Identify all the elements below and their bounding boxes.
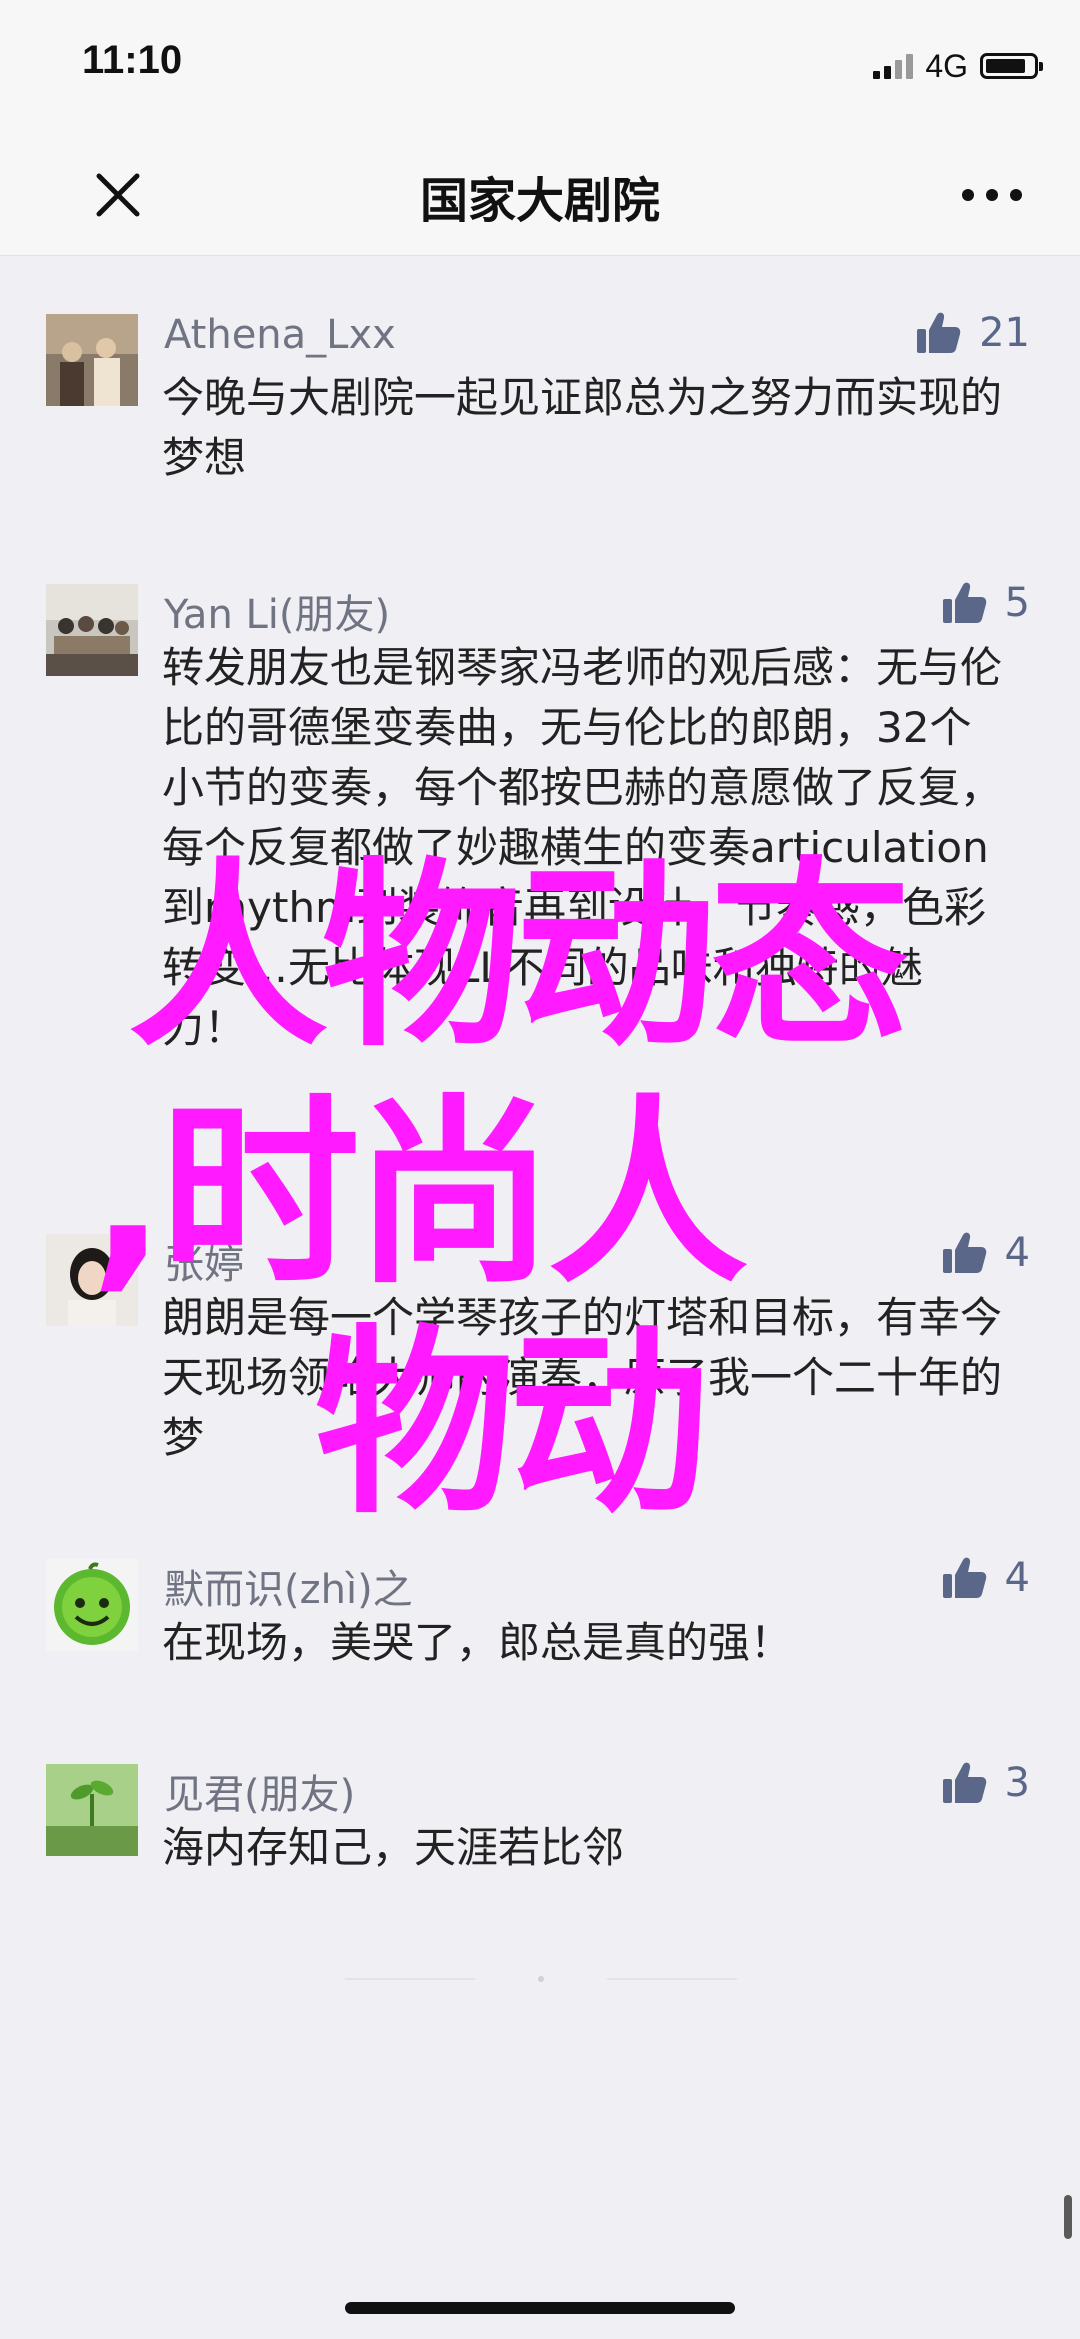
comment-item: Athena_Lxx 21 今晚与大剧院一起见证郎总为之努力而实现的梦想 <box>0 290 1080 560</box>
divider-line <box>607 1978 737 1980</box>
comment-text: 今晚与大剧院一起见证郎总为之努力而实现的梦想 <box>162 373 1003 482</box>
thumbs-up-icon <box>942 1557 986 1598</box>
divider-line <box>345 1978 475 1980</box>
comment-item: 默而识(zhì)之 4 在现场，美哭了，郎总是真的强！ <box>0 1535 1080 1740</box>
home-indicator[interactable] <box>345 2302 735 2314</box>
end-of-list-divider <box>345 1975 737 1983</box>
battery-level <box>986 59 1026 73</box>
like-button[interactable]: 5 <box>941 580 1030 626</box>
divider-dot <box>538 1976 544 1982</box>
like-count: 4 <box>1004 1555 1030 1601</box>
more-icon <box>962 189 1022 201</box>
comment-text: 朗朗是每一个学琴孩子的灯塔和目标，有幸今天现场领略大师的演奏，原了我一个二十年的… <box>162 1293 1003 1462</box>
comment-item: 见君(朋友) 3 海内存知己，天涯若比邻 <box>0 1740 1080 1940</box>
battery-icon <box>980 53 1043 79</box>
comment-username[interactable]: 张婷 <box>164 1232 244 1290</box>
like-button[interactable]: 21 <box>915 310 1030 356</box>
like-count: 3 <box>1004 1760 1030 1806</box>
network-label: 4G <box>925 47 968 84</box>
like-button[interactable]: 4 <box>941 1555 1030 1601</box>
navigation-bar: 国家大剧院 <box>0 135 1080 256</box>
status-icons: 4G <box>873 47 1043 84</box>
like-button[interactable]: 3 <box>941 1760 1030 1806</box>
like-count: 4 <box>1004 1230 1030 1276</box>
thumbs-up-icon <box>917 312 961 353</box>
thumbs-up-icon <box>942 582 986 623</box>
comment-text: 转发朋友也是钢琴家冯老师的观后感：无与伦比的哥德堡变奏曲，无与伦比的郎朗，32个… <box>162 643 1003 1052</box>
avatar[interactable] <box>46 584 138 676</box>
like-count: 5 <box>1004 580 1030 626</box>
avatar[interactable] <box>46 1234 138 1326</box>
thumbs-up-icon <box>942 1232 986 1273</box>
comment-text: 海内存知己，天涯若比邻 <box>162 1823 625 1872</box>
comment-item: 张婷 4 朗朗是每一个学琴孩子的灯塔和目标，有幸今天现场领略大师的演奏，原了我一… <box>0 1210 1080 1535</box>
comment-username[interactable]: Yan Li(朋友) <box>164 582 390 640</box>
comment-username[interactable]: 见君(朋友) <box>164 1762 355 1820</box>
thumbs-up-icon <box>942 1762 986 1803</box>
status-bar: 11:10 4G <box>0 0 1080 135</box>
page-title: 国家大剧院 <box>419 173 660 229</box>
comment-item: Yan Li(朋友) 5 转发朋友也是钢琴家冯老师的观后感：无与伦比的哥德堡变奏… <box>0 560 1080 1210</box>
comment-text: 在现场，美哭了，郎总是真的强！ <box>162 1618 793 1667</box>
comment-username[interactable]: 默而识(zhì)之 <box>164 1557 413 1615</box>
avatar[interactable] <box>46 314 138 406</box>
avatar[interactable] <box>46 1559 138 1651</box>
comment-list: Athena_Lxx 21 今晚与大剧院一起见证郎总为之努力而实现的梦想 Yan <box>0 290 1080 1940</box>
avatar[interactable] <box>46 1764 138 1856</box>
scrollbar[interactable] <box>1064 2195 1072 2239</box>
more-button[interactable] <box>952 163 1032 227</box>
signal-icon <box>873 53 914 79</box>
comment-username[interactable]: Athena_Lxx <box>164 312 396 358</box>
like-button[interactable]: 4 <box>941 1230 1030 1276</box>
like-count: 21 <box>979 310 1030 356</box>
status-time: 11:10 <box>82 38 183 82</box>
